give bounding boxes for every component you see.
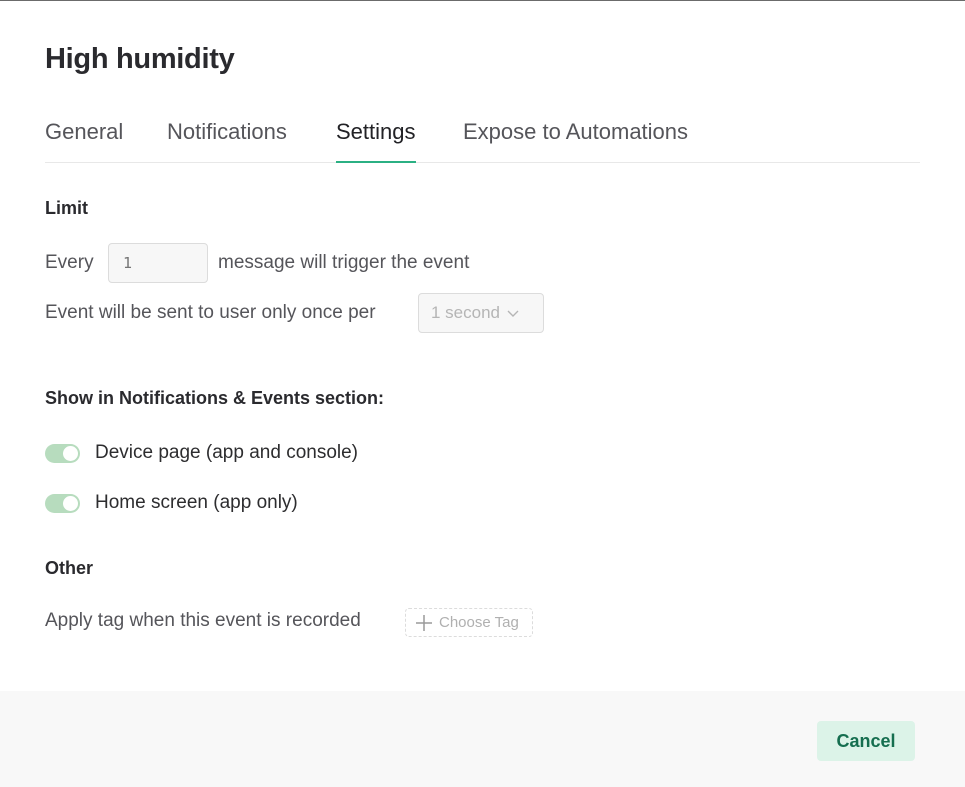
- home-screen-label: Home screen (app only): [95, 492, 298, 513]
- interval-select-value: 1 second: [431, 303, 500, 322]
- tab-settings[interactable]: Settings: [336, 119, 416, 163]
- tab-expose-to-automations[interactable]: Expose to Automations: [463, 119, 688, 162]
- toggle-knob: [63, 446, 78, 461]
- device-page-label: Device page (app and console): [95, 442, 359, 463]
- plus-icon: [416, 614, 432, 631]
- once-per-label: Event will be sent to user only once per: [45, 302, 376, 323]
- choose-tag-button[interactable]: Choose Tag: [405, 608, 533, 637]
- dialog-title: High humidity: [45, 43, 235, 75]
- tab-general[interactable]: General: [45, 119, 123, 162]
- event-settings-dialog: High humidity General Notifications Sett…: [0, 0, 965, 787]
- interval-select[interactable]: 1 second: [418, 293, 544, 333]
- every-label: Every: [45, 252, 94, 273]
- home-screen-toggle[interactable]: [45, 494, 80, 513]
- message-count-input[interactable]: [108, 243, 208, 283]
- toggle-knob: [63, 496, 78, 511]
- tab-bar: General Notifications Settings Expose to…: [45, 109, 920, 163]
- show-in-section-title: Show in Notifications & Events section:: [45, 388, 385, 408]
- trigger-event-label: message will trigger the event: [218, 252, 470, 273]
- chevron-down-icon: [507, 310, 519, 317]
- tab-notifications[interactable]: Notifications: [167, 119, 287, 162]
- dialog-footer: Cancel: [0, 691, 965, 787]
- apply-tag-label: Apply tag when this event is recorded: [45, 610, 361, 631]
- device-page-toggle[interactable]: [45, 444, 80, 463]
- choose-tag-label: Choose Tag: [439, 614, 519, 631]
- cancel-button[interactable]: Cancel: [817, 721, 915, 761]
- limit-section-title: Limit: [45, 198, 88, 218]
- other-section-title: Other: [45, 558, 94, 578]
